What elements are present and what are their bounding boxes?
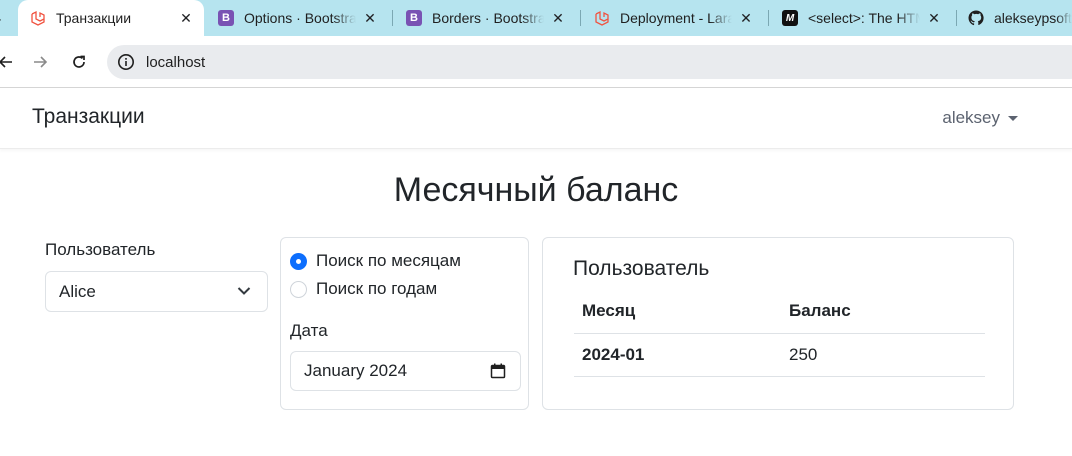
tab-deployment-laravel[interactable]: Deployment - Laravel ✕ xyxy=(594,0,760,36)
arrow-left-icon xyxy=(0,56,12,68)
cell-balance: 250 xyxy=(781,333,985,377)
user-name: aleksey xyxy=(942,108,1000,127)
address-text: localhost xyxy=(146,53,206,71)
tab-select-mdn[interactable]: M <select>: The HTML ✕ xyxy=(782,0,948,36)
close-icon[interactable]: ✕ xyxy=(738,10,754,27)
card-title: Пользователь xyxy=(573,257,710,280)
close-icon[interactable]: ✕ xyxy=(178,10,194,27)
info-icon[interactable] xyxy=(117,53,135,71)
radio-label: Поиск по годам xyxy=(316,279,438,298)
page-title: Месячный баланс xyxy=(393,171,679,209)
radio-button[interactable] xyxy=(290,252,307,270)
tab-github[interactable]: alekseypsoft xyxy=(968,0,1072,36)
chevron-down-icon: ⌄ xyxy=(0,12,3,25)
tab-overflow[interactable]: ⌄ xyxy=(0,0,6,36)
tab-title: <select>: The HTML xyxy=(808,10,920,26)
cell-month: 2024-01 xyxy=(574,333,781,377)
balance-card: Пользователь Месяц Баланс 2024-01 250 xyxy=(542,237,1014,410)
column-header-month: Месяц xyxy=(574,290,781,334)
browser-toolbar: localhost xyxy=(0,36,1072,88)
page-content: Транзакции aleksey Месячный баланс Польз… xyxy=(0,88,1072,456)
close-icon[interactable]: ✕ xyxy=(926,10,942,27)
radio-label: Поиск по месяцам xyxy=(316,251,461,270)
radio-by-month[interactable]: Поиск по месяцам xyxy=(290,251,461,271)
user-dropdown[interactable]: aleksey xyxy=(942,108,1018,128)
tab-title: Options · Bootstrap xyxy=(244,10,356,26)
balance-table: Месяц Баланс 2024-01 250 xyxy=(574,290,985,377)
bootstrap-icon: B xyxy=(406,10,422,26)
table-row: 2024-01 250 xyxy=(574,333,985,377)
radio-by-year[interactable]: Поиск по годам xyxy=(290,279,437,299)
close-icon[interactable]: ✕ xyxy=(550,10,566,27)
tab-title: Транзакции xyxy=(56,10,132,26)
month-input-value: January 2024 xyxy=(304,361,408,380)
caret-down-icon xyxy=(1008,115,1018,121)
reload-button[interactable] xyxy=(67,50,91,74)
table-header-row: Месяц Баланс xyxy=(574,290,985,334)
user-select-value: Alice xyxy=(59,281,96,301)
forward-button[interactable] xyxy=(28,50,52,74)
arrow-right-icon xyxy=(34,56,48,68)
browser-tab-bar: ⌄ Транзакции ✕ B Options · Bootstrap ✕ B… xyxy=(0,0,1072,36)
address-bar[interactable]: localhost xyxy=(107,45,1072,79)
mdn-icon: M xyxy=(782,10,798,26)
calendar-icon[interactable] xyxy=(490,363,506,379)
bootstrap-icon: B xyxy=(218,10,234,26)
radio-button[interactable] xyxy=(290,280,307,298)
github-icon xyxy=(968,10,984,26)
reload-icon xyxy=(73,55,85,68)
chevron-down-icon xyxy=(237,287,251,295)
laravel-icon xyxy=(30,10,46,26)
tab-options-bootstrap[interactable]: B Options · Bootstrap ✕ xyxy=(218,0,384,36)
month-input[interactable]: January 2024 xyxy=(290,351,521,391)
navbar-brand[interactable]: Транзакции xyxy=(32,105,145,129)
column-header-balance: Баланс xyxy=(781,290,985,334)
tab-transactions[interactable]: Транзакции ✕ xyxy=(18,0,204,36)
tab-title: Deployment - Laravel xyxy=(620,10,732,26)
back-button[interactable] xyxy=(0,50,18,74)
user-select[interactable]: Alice xyxy=(45,271,268,312)
tab-title: alekseypsoft xyxy=(994,10,1072,26)
user-label: Пользователь xyxy=(45,240,156,259)
app-navbar: Транзакции aleksey xyxy=(0,88,1072,149)
tab-title: Borders · Bootstrap xyxy=(432,10,544,26)
search-options-card: Поиск по месяцам Поиск по годам Дата Jan… xyxy=(280,237,529,410)
date-label: Дата xyxy=(290,321,328,340)
tab-borders-bootstrap[interactable]: B Borders · Bootstrap ✕ xyxy=(406,0,572,36)
laravel-icon xyxy=(594,10,610,26)
close-icon[interactable]: ✕ xyxy=(362,10,378,27)
